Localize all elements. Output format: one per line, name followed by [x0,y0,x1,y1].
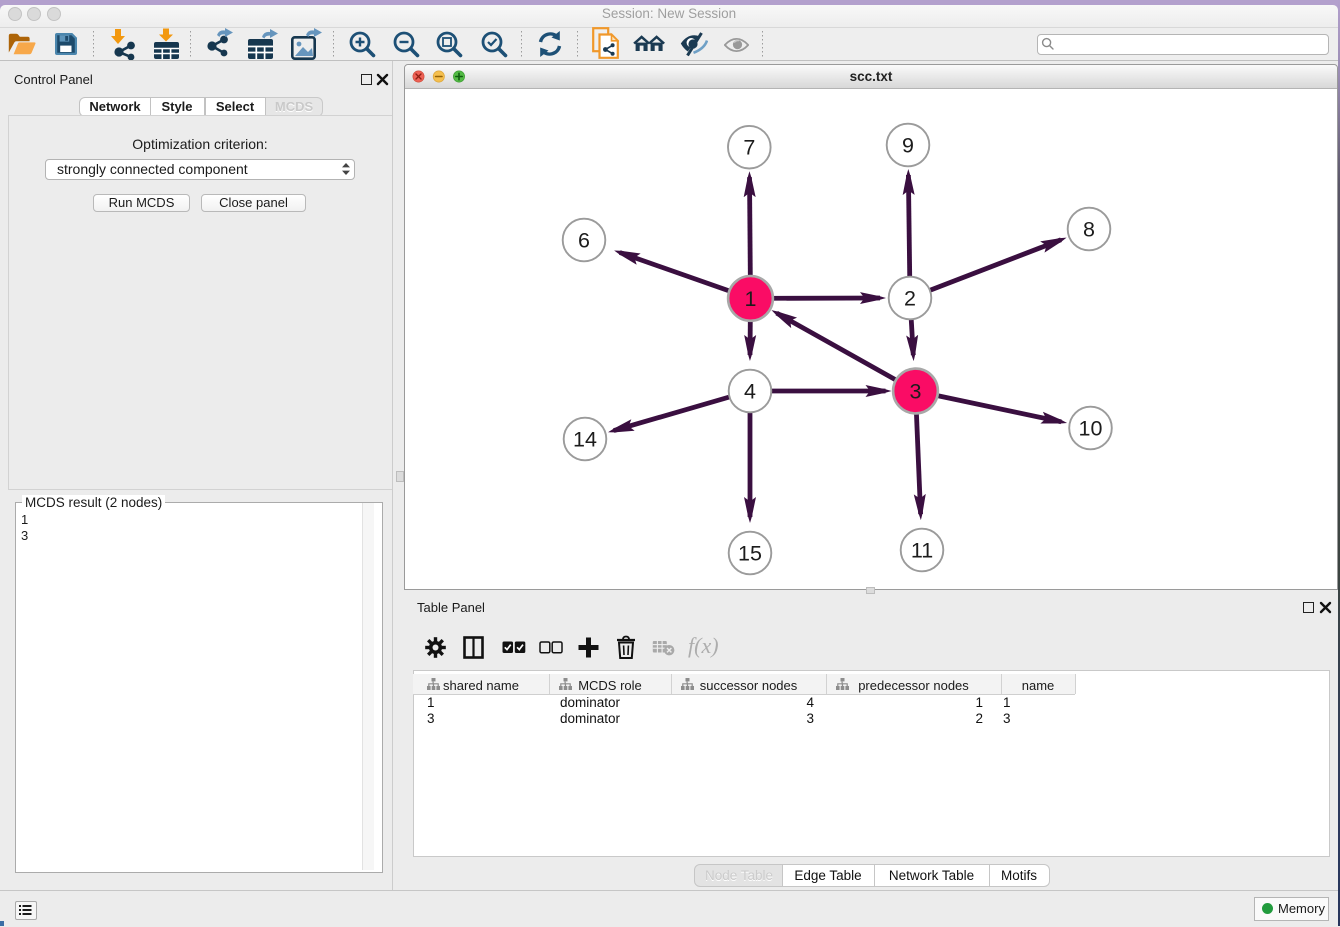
svg-text:7: 7 [743,136,755,160]
svg-text:11: 11 [911,539,933,563]
svg-text:15: 15 [738,542,762,566]
svg-text:3: 3 [910,380,922,404]
svg-text:4: 4 [744,380,756,404]
svg-text:10: 10 [1079,417,1103,441]
svg-text:9: 9 [902,134,914,158]
svg-text:1: 1 [745,287,757,311]
svg-text:14: 14 [573,428,597,452]
svg-text:2: 2 [904,287,916,311]
svg-text:6: 6 [578,229,590,253]
svg-text:8: 8 [1083,218,1095,242]
